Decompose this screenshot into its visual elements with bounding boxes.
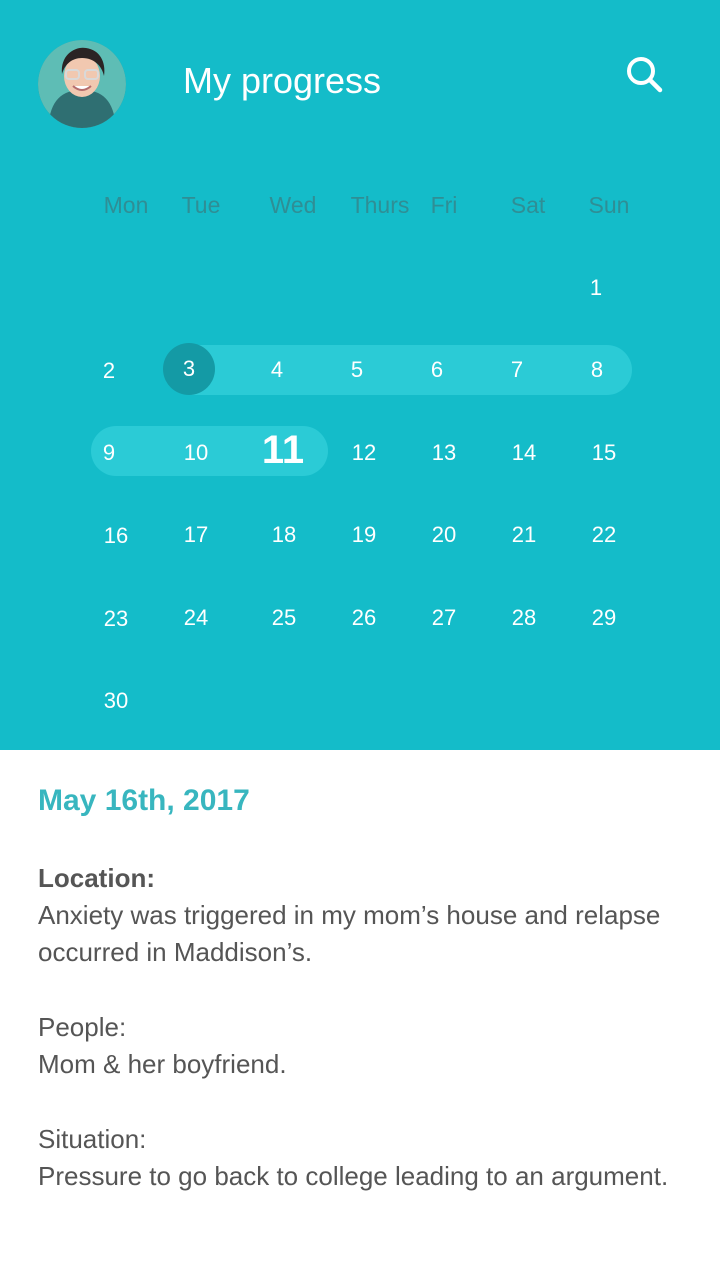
situation-label: Situation: (38, 1124, 147, 1154)
calendar-day-8[interactable]: 8 (557, 355, 637, 385)
calendar-day-11-today[interactable]: 11 (243, 426, 323, 474)
calendar-day-7[interactable]: 7 (477, 355, 557, 385)
calendar-day-15[interactable]: 15 (564, 438, 644, 468)
weekday-sat: Sat (510, 192, 546, 218)
people-section: People: Mom & her boyfriend. (38, 1009, 678, 1083)
calendar-day-12[interactable]: 12 (324, 438, 404, 468)
calendar-day-16[interactable]: 16 (76, 521, 156, 551)
calendar-day-24[interactable]: 24 (156, 603, 236, 633)
calendar-header: My progress Mon Tue Wed Thurs Fri Sat Su… (0, 0, 720, 750)
location-section: Location: Anxiety was triggered in my mo… (38, 860, 678, 971)
calendar-day-20[interactable]: 20 (404, 520, 484, 550)
calendar-day-27[interactable]: 27 (404, 603, 484, 633)
calendar-day-2[interactable]: 2 (69, 356, 149, 386)
calendar-day-22[interactable]: 22 (564, 520, 644, 550)
calendar-day-30[interactable]: 30 (76, 686, 156, 716)
calendar-day-23[interactable]: 23 (76, 604, 156, 634)
calendar-day-26[interactable]: 26 (324, 603, 404, 633)
people-label: People: (38, 1012, 127, 1042)
calendar-day-25[interactable]: 25 (244, 603, 324, 633)
entry-date: May 16th, 2017 (38, 784, 250, 817)
location-text: Anxiety was triggered in my mom’s house … (38, 900, 661, 967)
entry-details: May 16th, 2017 Location: Anxiety was tri… (38, 780, 678, 1195)
situation-text: Pressure to go back to college leading t… (38, 1161, 669, 1191)
calendar-day-13[interactable]: 13 (404, 438, 484, 468)
search-icon (627, 57, 663, 93)
calendar-day-18[interactable]: 18 (244, 520, 324, 550)
calendar-day-9[interactable]: 9 (69, 438, 149, 468)
calendar-day-5[interactable]: 5 (317, 355, 397, 385)
location-label: Location: (38, 863, 155, 893)
weekday-tue: Tue (181, 192, 221, 218)
calendar-day-3-selected-start[interactable]: 3 (163, 343, 215, 395)
calendar-day-29[interactable]: 29 (564, 603, 644, 633)
calendar-day-6[interactable]: 6 (397, 355, 477, 385)
people-text: Mom & her boyfriend. (38, 1049, 287, 1079)
calendar-day-14[interactable]: 14 (484, 438, 564, 468)
weekday-fri: Fri (430, 192, 458, 218)
calendar-day-1[interactable]: 1 (556, 273, 636, 303)
calendar-day-28[interactable]: 28 (484, 603, 564, 633)
calendar-day-21[interactable]: 21 (484, 520, 564, 550)
calendar-day-19[interactable]: 19 (324, 520, 404, 550)
calendar-day-4[interactable]: 4 (237, 355, 317, 385)
page-title: My progress (183, 60, 382, 101)
search-button[interactable] (620, 50, 668, 98)
weekday-wed: Wed (269, 192, 317, 218)
calendar-day-17[interactable]: 17 (156, 520, 236, 550)
situation-section: Situation: Pressure to go back to colleg… (38, 1121, 678, 1195)
avatar-image (38, 40, 126, 128)
weekday-sun: Sun (588, 192, 630, 218)
avatar[interactable] (38, 40, 126, 128)
calendar-day-10[interactable]: 10 (156, 438, 236, 468)
